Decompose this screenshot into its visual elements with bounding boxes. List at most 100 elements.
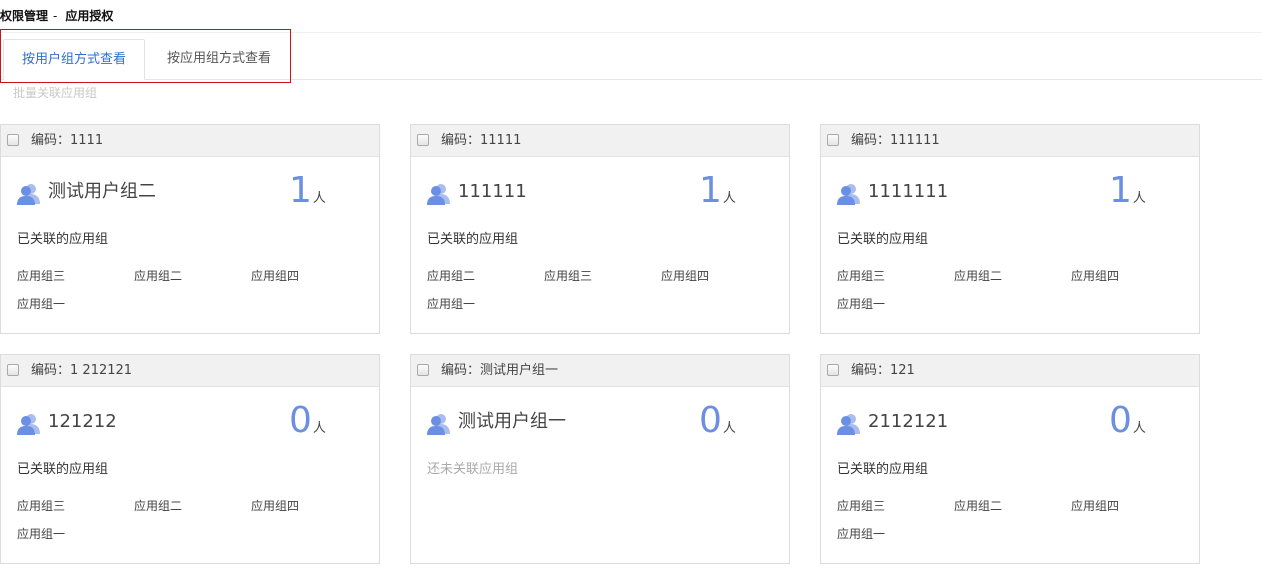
card-header: 编码：1111	[1, 125, 379, 157]
batch-link-app-group-button[interactable]: 批量关联应用组	[13, 84, 97, 102]
code-value: 测试用户组一	[480, 363, 559, 378]
member-count: 0人	[699, 401, 736, 441]
code-value: 1 212121	[70, 363, 133, 378]
code-value: 11111	[480, 133, 522, 148]
view-mode-tabs: 按用户组方式查看 按应用组方式查看	[0, 29, 291, 83]
card-code: 编码：11111	[441, 125, 521, 156]
card-code: 编码：1 212121	[31, 355, 132, 386]
breadcrumb-parent: 权限管理	[0, 9, 49, 23]
linked-app-group: 应用组一	[837, 527, 886, 541]
card-select-checkbox[interactable]	[417, 364, 429, 376]
code-label: 编码：	[31, 133, 71, 148]
member-count: 0人	[289, 401, 326, 441]
code-value: 111111	[890, 133, 940, 148]
linked-app-group: 应用组一	[427, 297, 476, 311]
card-header: 编码：121	[821, 355, 1199, 387]
code-label: 编码：	[851, 363, 891, 378]
linked-app-groups-title: 已关联的应用组	[17, 462, 109, 477]
user-group-icon	[427, 184, 450, 205]
card-code: 编码：111111	[851, 125, 940, 156]
card-header: 编码：11111	[411, 125, 789, 157]
card-header: 编码：111111	[821, 125, 1199, 157]
linked-app-group: 应用组二	[427, 269, 476, 283]
card-code: 编码：1111	[31, 125, 103, 156]
card-code: 编码：测试用户组一	[441, 355, 558, 386]
linked-app-group: 应用组四	[251, 269, 300, 283]
member-count-number: 0	[699, 400, 722, 441]
member-count-number: 0	[289, 400, 312, 441]
user-group-icon	[837, 414, 860, 435]
linked-app-group: 应用组一	[837, 297, 886, 311]
card-select-checkbox[interactable]	[7, 364, 19, 376]
breadcrumb: 权限管理 - 应用授权	[0, 6, 113, 26]
member-count-number: 1	[699, 170, 722, 211]
linked-app-groups-title: 已关联的应用组	[837, 462, 929, 477]
user-group-card: 编码：1111 测试用户组二 1人 已关联的应用组 应用组三 应用组二 应用组四应用…	[0, 124, 380, 334]
linked-app-group: 应用组三	[17, 499, 66, 513]
user-group-name: 1111111	[868, 181, 949, 202]
no-linked-app-groups-text: 还未关联应用组	[427, 462, 519, 477]
linked-app-group: 应用组二	[954, 499, 1003, 513]
linked-app-group: 应用组二	[134, 269, 183, 283]
linked-app-group: 应用组二	[954, 269, 1003, 283]
tab-by-user-group[interactable]: 按用户组方式查看	[3, 39, 145, 80]
linked-app-group: 应用组一	[17, 297, 66, 311]
code-label: 编码：	[31, 363, 71, 378]
code-value: 1111	[70, 133, 104, 148]
member-count-number: 1	[1109, 170, 1132, 211]
breadcrumb-separator: -	[53, 9, 58, 23]
user-group-icon	[17, 184, 40, 205]
linked-app-group: 应用组三	[544, 269, 593, 283]
linked-app-groups-title: 已关联的应用组	[837, 232, 929, 247]
breadcrumb-current: 应用授权	[65, 9, 114, 23]
linked-app-group: 应用组二	[134, 499, 183, 513]
member-count-unit: 人	[1132, 191, 1146, 206]
card-select-checkbox[interactable]	[827, 134, 839, 146]
member-count: 1人	[699, 171, 736, 211]
user-group-name: 111111	[458, 181, 527, 202]
linked-app-group: 应用组四	[1071, 499, 1120, 513]
linked-app-group: 应用组四	[661, 269, 710, 283]
card-select-checkbox[interactable]	[417, 134, 429, 146]
card-header: 编码：1 212121	[1, 355, 379, 387]
card-code: 编码：121	[851, 355, 915, 386]
user-group-card: 编码：11111 111111 1人 已关联的应用组 应用组二 应用组三 应用组四应…	[410, 124, 790, 334]
member-count-unit: 人	[1132, 421, 1146, 436]
user-group-card: 编码：121 2112121 0人 已关联的应用组 应用组三 应用组二 应用组四应用…	[820, 354, 1200, 564]
user-group-icon	[17, 414, 40, 435]
linked-app-groups-title: 已关联的应用组	[17, 232, 109, 247]
linked-app-group: 应用组一	[17, 527, 66, 541]
tab-by-app-group[interactable]: 按应用组方式查看	[146, 39, 292, 80]
user-group-name: 测试用户组一	[458, 411, 566, 432]
member-count-unit: 人	[312, 421, 326, 436]
user-group-card: 编码：1 212121 121212 0人 已关联的应用组 应用组三 应用组二 应用…	[0, 354, 380, 564]
user-group-icon	[837, 184, 860, 205]
member-count-unit: 人	[722, 191, 736, 206]
member-count: 0人	[1109, 401, 1146, 441]
user-group-card: 编码：测试用户组一 测试用户组一 0人 还未关联应用组	[410, 354, 790, 564]
code-label: 编码：	[441, 133, 481, 148]
card-select-checkbox[interactable]	[7, 134, 19, 146]
user-group-name: 2112121	[868, 411, 949, 432]
member-count: 1人	[289, 171, 326, 211]
member-count: 1人	[1109, 171, 1146, 211]
member-count-number: 1	[289, 170, 312, 211]
member-count-number: 0	[1109, 400, 1132, 441]
user-group-name: 121212	[48, 411, 117, 432]
linked-app-group: 应用组三	[837, 269, 886, 283]
member-count-unit: 人	[722, 421, 736, 436]
linked-app-groups-title: 已关联的应用组	[427, 232, 519, 247]
code-label: 编码：	[851, 133, 891, 148]
linked-app-group: 应用组三	[837, 499, 886, 513]
code-label: 编码：	[441, 363, 481, 378]
card-header: 编码：测试用户组一	[411, 355, 789, 387]
user-group-name: 测试用户组二	[48, 181, 156, 202]
linked-app-group: 应用组三	[17, 269, 66, 283]
linked-app-group: 应用组四	[251, 499, 300, 513]
linked-app-group: 应用组四	[1071, 269, 1120, 283]
code-value: 121	[890, 363, 915, 378]
card-select-checkbox[interactable]	[827, 364, 839, 376]
user-group-card: 编码：111111 1111111 1人 已关联的应用组 应用组三 应用组二 应用组…	[820, 124, 1200, 334]
member-count-unit: 人	[312, 191, 326, 206]
user-group-icon	[427, 414, 450, 435]
